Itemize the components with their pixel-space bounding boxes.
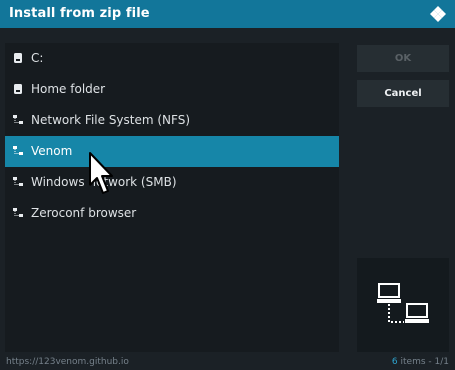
kodi-logo-icon <box>430 6 446 22</box>
list-item[interactable]: Network File System (NFS) <box>5 105 339 136</box>
status-item-count: 6 items - 1/1 <box>392 357 449 367</box>
mouse-cursor-icon <box>89 152 113 194</box>
list-item[interactable]: Zeroconf browser <box>5 198 339 229</box>
list-item-label: Venom <box>31 144 73 158</box>
list-item-label: Network File System (NFS) <box>31 113 191 127</box>
status-path: https://123venom.github.io <box>6 357 129 367</box>
list-item-label: C: <box>31 51 44 65</box>
list-item[interactable]: C: <box>5 43 339 74</box>
network-share-icon <box>13 146 23 155</box>
network-share-icon <box>13 115 23 124</box>
list-item[interactable]: Home folder <box>5 74 339 105</box>
drive-icon <box>14 84 22 94</box>
list-item-label: Zeroconf browser <box>31 206 137 220</box>
network-share-icon <box>13 177 23 186</box>
item-count-text: items - 1/1 <box>397 357 449 367</box>
drive-icon <box>14 53 22 63</box>
ok-button[interactable]: OK <box>357 45 449 72</box>
title-bar: Install from zip file <box>0 0 455 28</box>
dialog-title: Install from zip file <box>9 6 150 21</box>
list-item-selected[interactable]: Venom <box>5 136 339 167</box>
list-item[interactable]: Windows network (SMB) <box>5 167 339 198</box>
network-share-icon <box>377 283 429 323</box>
preview-thumbnail <box>357 258 449 352</box>
list-item-label: Home folder <box>31 82 106 96</box>
cancel-button[interactable]: Cancel <box>357 80 449 107</box>
network-share-icon <box>13 208 23 217</box>
source-list: C: Home folder Network File System (NFS)… <box>5 43 339 352</box>
